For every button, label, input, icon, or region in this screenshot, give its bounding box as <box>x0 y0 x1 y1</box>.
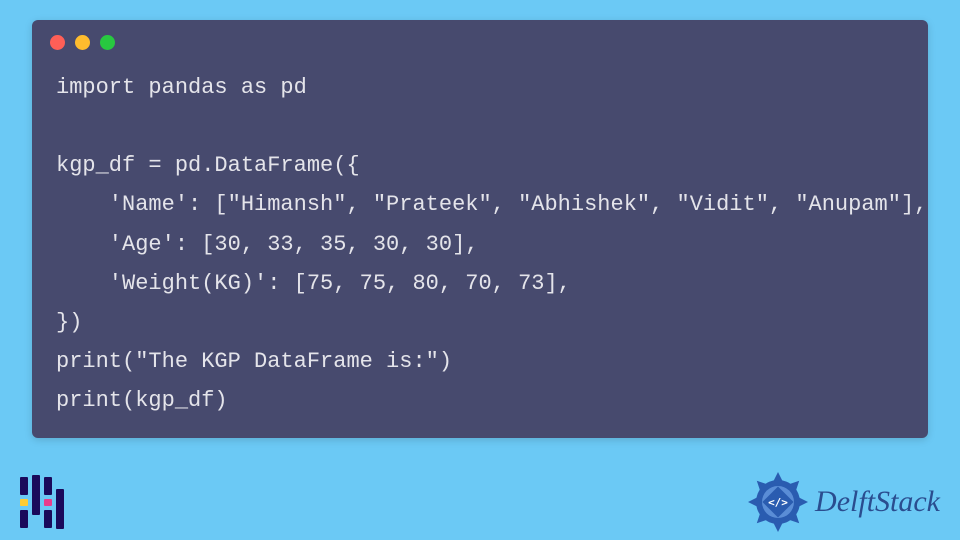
svg-text:</>: </> <box>768 496 788 509</box>
code-line: 'Age': [30, 33, 35, 30, 30], <box>56 232 478 257</box>
delftstack-logo: </> DelftStack <box>747 471 940 533</box>
minimize-dot-icon <box>75 35 90 50</box>
code-line: import pandas as pd <box>56 75 307 100</box>
code-line: 'Name': ["Himansh", "Prateek", "Abhishek… <box>56 192 927 217</box>
code-line: }) <box>56 310 82 335</box>
gear-icon: </> <box>747 471 809 533</box>
code-line: kgp_df = pd.DataFrame({ <box>56 153 360 178</box>
code-window: import pandas as pd kgp_df = pd.DataFram… <box>32 20 928 438</box>
window-controls <box>32 20 928 58</box>
pandas-logo-icon <box>20 477 64 527</box>
code-content: import pandas as pd kgp_df = pd.DataFram… <box>32 58 928 420</box>
code-line: print(kgp_df) <box>56 388 228 413</box>
footer: </> DelftStack <box>0 472 960 540</box>
close-dot-icon <box>50 35 65 50</box>
brand-name: DelftStack <box>815 485 940 519</box>
maximize-dot-icon <box>100 35 115 50</box>
code-line: 'Weight(KG)': [75, 75, 80, 70, 73], <box>56 271 571 296</box>
code-line: print("The KGP DataFrame is:") <box>56 349 452 374</box>
